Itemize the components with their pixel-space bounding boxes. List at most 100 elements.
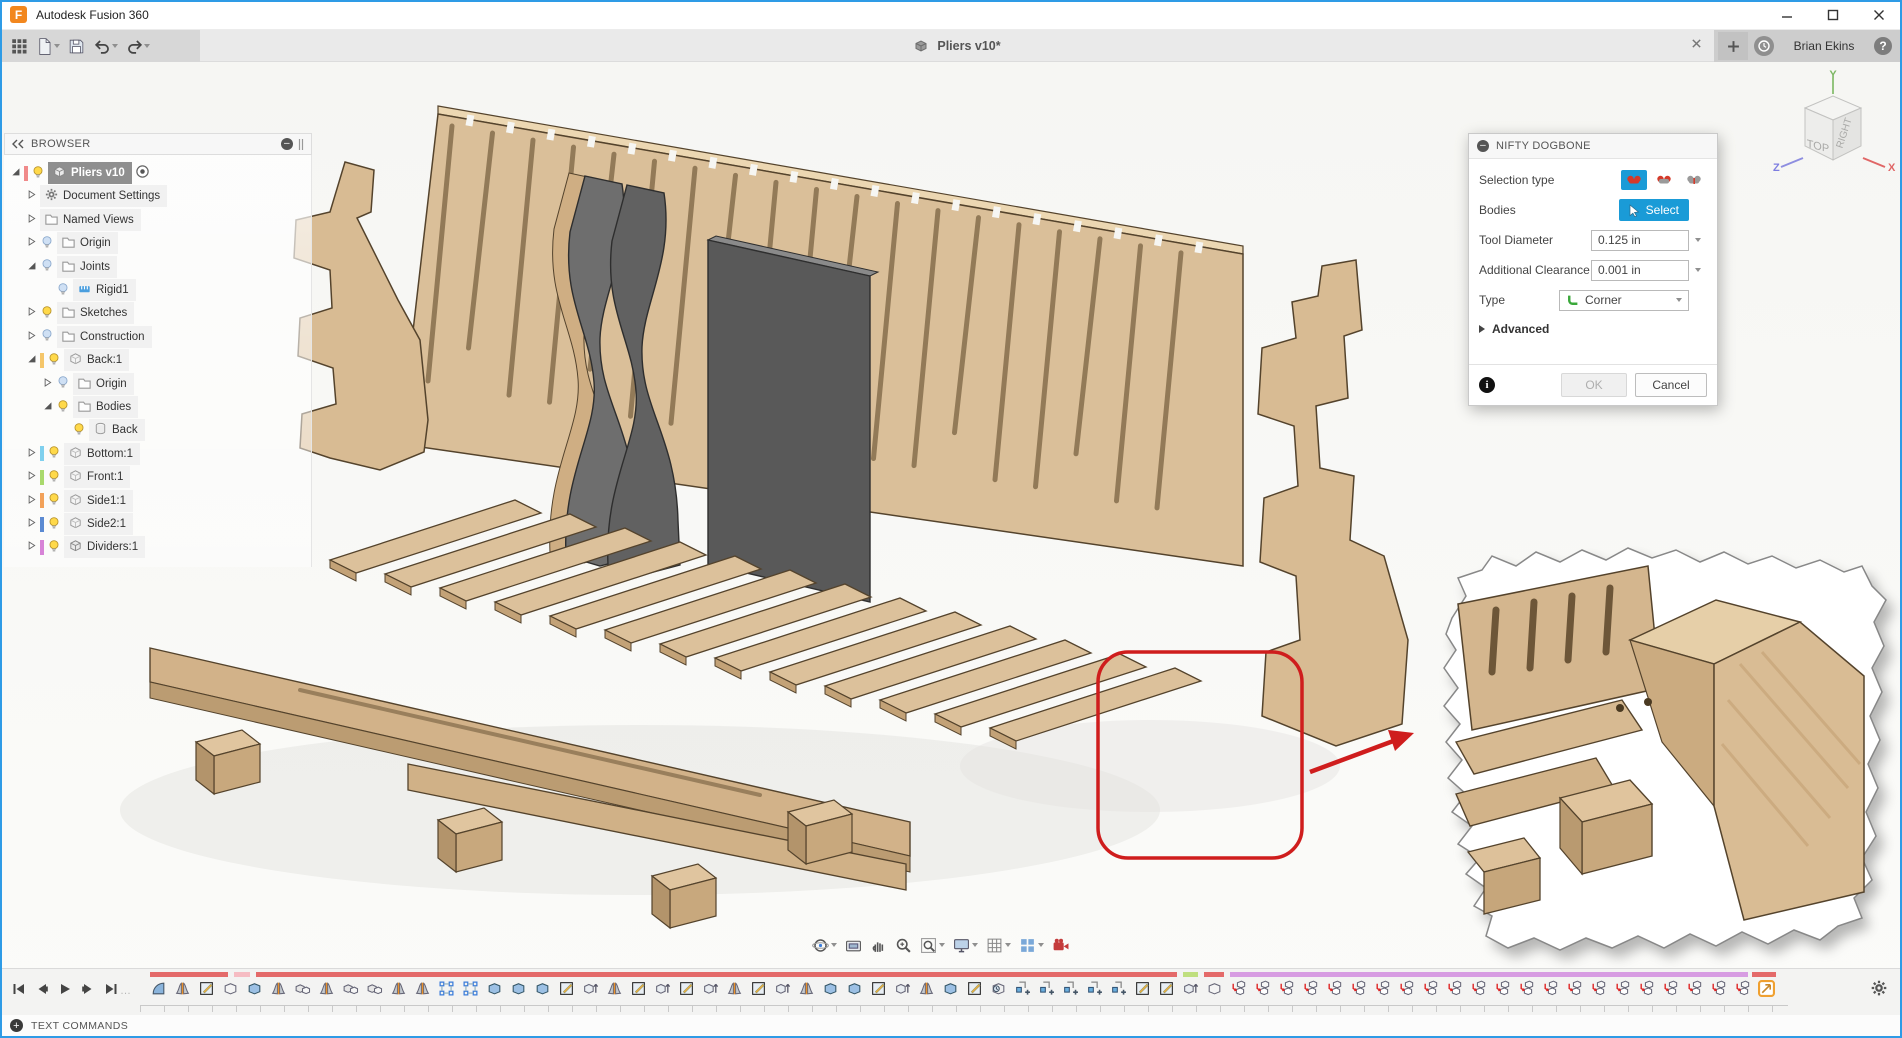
browser-item-bottom-1[interactable]: Bottom:1	[26, 443, 140, 465]
timeline-item-body[interactable]	[1206, 980, 1224, 998]
timeline-item-copybody[interactable]	[1518, 980, 1536, 998]
timeline-item-copybody[interactable]	[1734, 980, 1752, 998]
timeline-item-extrude[interactable]	[246, 980, 264, 998]
minimize-button[interactable]	[1764, 0, 1810, 29]
timeline-item-body[interactable]	[222, 980, 240, 998]
panel-grip-icon[interactable]	[298, 139, 304, 150]
tab-close-icon[interactable]	[1691, 38, 1702, 52]
timeline-item-extrudeup[interactable]	[654, 980, 672, 998]
collapse-arrow-icon[interactable]	[42, 400, 53, 414]
timeline-item-sketch[interactable]	[1134, 980, 1152, 998]
new-tab-button[interactable]	[1718, 32, 1748, 60]
browser-item-sketches[interactable]: Sketches	[26, 302, 134, 324]
file-new-icon[interactable]	[33, 37, 62, 56]
capture-image-icon[interactable]	[1052, 937, 1069, 954]
timeline-item-copy[interactable]	[342, 980, 360, 998]
expand-arrow-icon[interactable]	[26, 213, 37, 227]
timeline-item-copybody[interactable]	[1254, 980, 1272, 998]
cancel-button[interactable]: Cancel	[1635, 373, 1707, 397]
step-back-button[interactable]	[33, 981, 51, 997]
timeline-item-jointorigin[interactable]	[1014, 980, 1032, 998]
timeline-item-copy[interactable]	[366, 980, 384, 998]
info-icon[interactable]: i	[1479, 377, 1495, 393]
expand-arrow-icon[interactable]	[26, 189, 37, 203]
browser-item-front-1[interactable]: Front:1	[26, 466, 130, 488]
user-name[interactable]: Brian Ekins	[1780, 39, 1868, 53]
dialog-collapse-icon[interactable]: –	[1477, 140, 1489, 152]
timeline-item-copybody[interactable]	[1638, 980, 1656, 998]
collapse-panel-icon[interactable]	[12, 139, 24, 149]
timeline-item-extrudeup[interactable]	[894, 980, 912, 998]
timeline-item-extrudeup[interactable]	[1182, 980, 1200, 998]
timeline-item-copybody[interactable]	[1374, 980, 1392, 998]
expand-arrow-icon[interactable]	[26, 330, 37, 344]
orbit-icon[interactable]	[812, 937, 837, 954]
timeline-item-extrudeup[interactable]	[702, 980, 720, 998]
advanced-section-toggle[interactable]: Advanced	[1469, 315, 1717, 338]
timeline-item-mirror[interactable]	[798, 980, 816, 998]
collapse-arrow-icon[interactable]	[26, 353, 37, 367]
visibility-bulb-icon[interactable]	[40, 235, 54, 252]
timeline-item-revolve[interactable]	[990, 980, 1008, 998]
timeline-item-copybody[interactable]	[1710, 980, 1728, 998]
timeline-item-mirror[interactable]	[270, 980, 288, 998]
visibility-bulb-icon[interactable]	[47, 516, 61, 533]
timeline-item-mirror[interactable]	[414, 980, 432, 998]
visibility-bulb-icon[interactable]	[47, 352, 61, 369]
maximize-button[interactable]	[1810, 0, 1856, 29]
browser-item-named-views[interactable]: Named Views	[26, 209, 141, 231]
to-end-button[interactable]	[102, 981, 120, 997]
timeline-item-copybody[interactable]	[1278, 980, 1296, 998]
browser-item-construction[interactable]: Construction	[26, 326, 152, 348]
timeline-item-copy[interactable]	[294, 980, 312, 998]
visibility-bulb-icon[interactable]	[72, 422, 86, 439]
timeline-item-extrude[interactable]	[942, 980, 960, 998]
timeline-settings-gear-icon[interactable]	[1870, 979, 1888, 1002]
clearance-dropdown[interactable]	[1689, 268, 1707, 272]
timeline-item-copybody[interactable]	[1542, 980, 1560, 998]
timeline-item-jointorigin[interactable]	[1110, 980, 1128, 998]
timeline-ruler[interactable]	[140, 1005, 1788, 1012]
timeline-item-copybody[interactable]	[1326, 980, 1344, 998]
collapse-arrow-icon[interactable]	[10, 166, 21, 180]
timeline-item-mirror[interactable]	[726, 980, 744, 998]
timeline-item-copybody[interactable]	[1398, 980, 1416, 998]
timeline-item-mirror[interactable]	[918, 980, 936, 998]
timeline-item-copybody[interactable]	[1566, 980, 1584, 998]
timeline-item-extrude[interactable]	[846, 980, 864, 998]
timeline-item-copybody[interactable]	[1230, 980, 1248, 998]
browser-item-document-settings[interactable]: Document Settings	[26, 185, 167, 207]
expand-arrow-icon[interactable]	[26, 306, 37, 320]
ok-button[interactable]: OK	[1561, 373, 1627, 397]
display-settings-icon[interactable]	[953, 937, 978, 954]
timeline-item-mirror[interactable]	[174, 980, 192, 998]
visibility-bulb-icon[interactable]	[56, 399, 70, 416]
collapse-arrow-icon[interactable]	[26, 260, 37, 274]
step-forward-button[interactable]	[79, 981, 97, 997]
expand-arrow-icon[interactable]	[26, 540, 37, 554]
selection-type-faces-button[interactable]	[1651, 170, 1677, 190]
close-button[interactable]	[1856, 0, 1902, 29]
browser-item-origin[interactable]: Origin	[26, 232, 118, 254]
timeline-item-mirror[interactable]	[318, 980, 336, 998]
side-panel-left[interactable]	[294, 162, 428, 470]
to-start-button[interactable]	[10, 981, 28, 997]
browser-item-bodies[interactable]: Bodies	[42, 396, 138, 418]
timeline-item-mirror[interactable]	[606, 980, 624, 998]
timeline-item-extrude[interactable]	[534, 980, 552, 998]
browser-item-pliers-v10[interactable]: Pliers v10	[10, 162, 150, 184]
timeline-item-sketch[interactable]	[198, 980, 216, 998]
timeline-item-copybody[interactable]	[1686, 980, 1704, 998]
timeline-item-fillet[interactable]	[150, 980, 168, 998]
display-mode-icon[interactable]: –	[281, 138, 293, 150]
timeline-item-copybody[interactable]	[1590, 980, 1608, 998]
look-at-icon[interactable]	[845, 937, 862, 954]
timeline-item-sketch[interactable]	[870, 980, 888, 998]
side-panel-right[interactable]	[1258, 260, 1408, 746]
tool-diameter-dropdown[interactable]	[1689, 238, 1707, 242]
timeline-item-sketch[interactable]	[750, 980, 768, 998]
visibility-bulb-icon[interactable]	[40, 305, 54, 322]
document-tab[interactable]: Pliers v10*	[200, 30, 1714, 62]
timeline-item-sketch[interactable]	[678, 980, 696, 998]
selection-type-edges-button[interactable]	[1681, 170, 1707, 190]
